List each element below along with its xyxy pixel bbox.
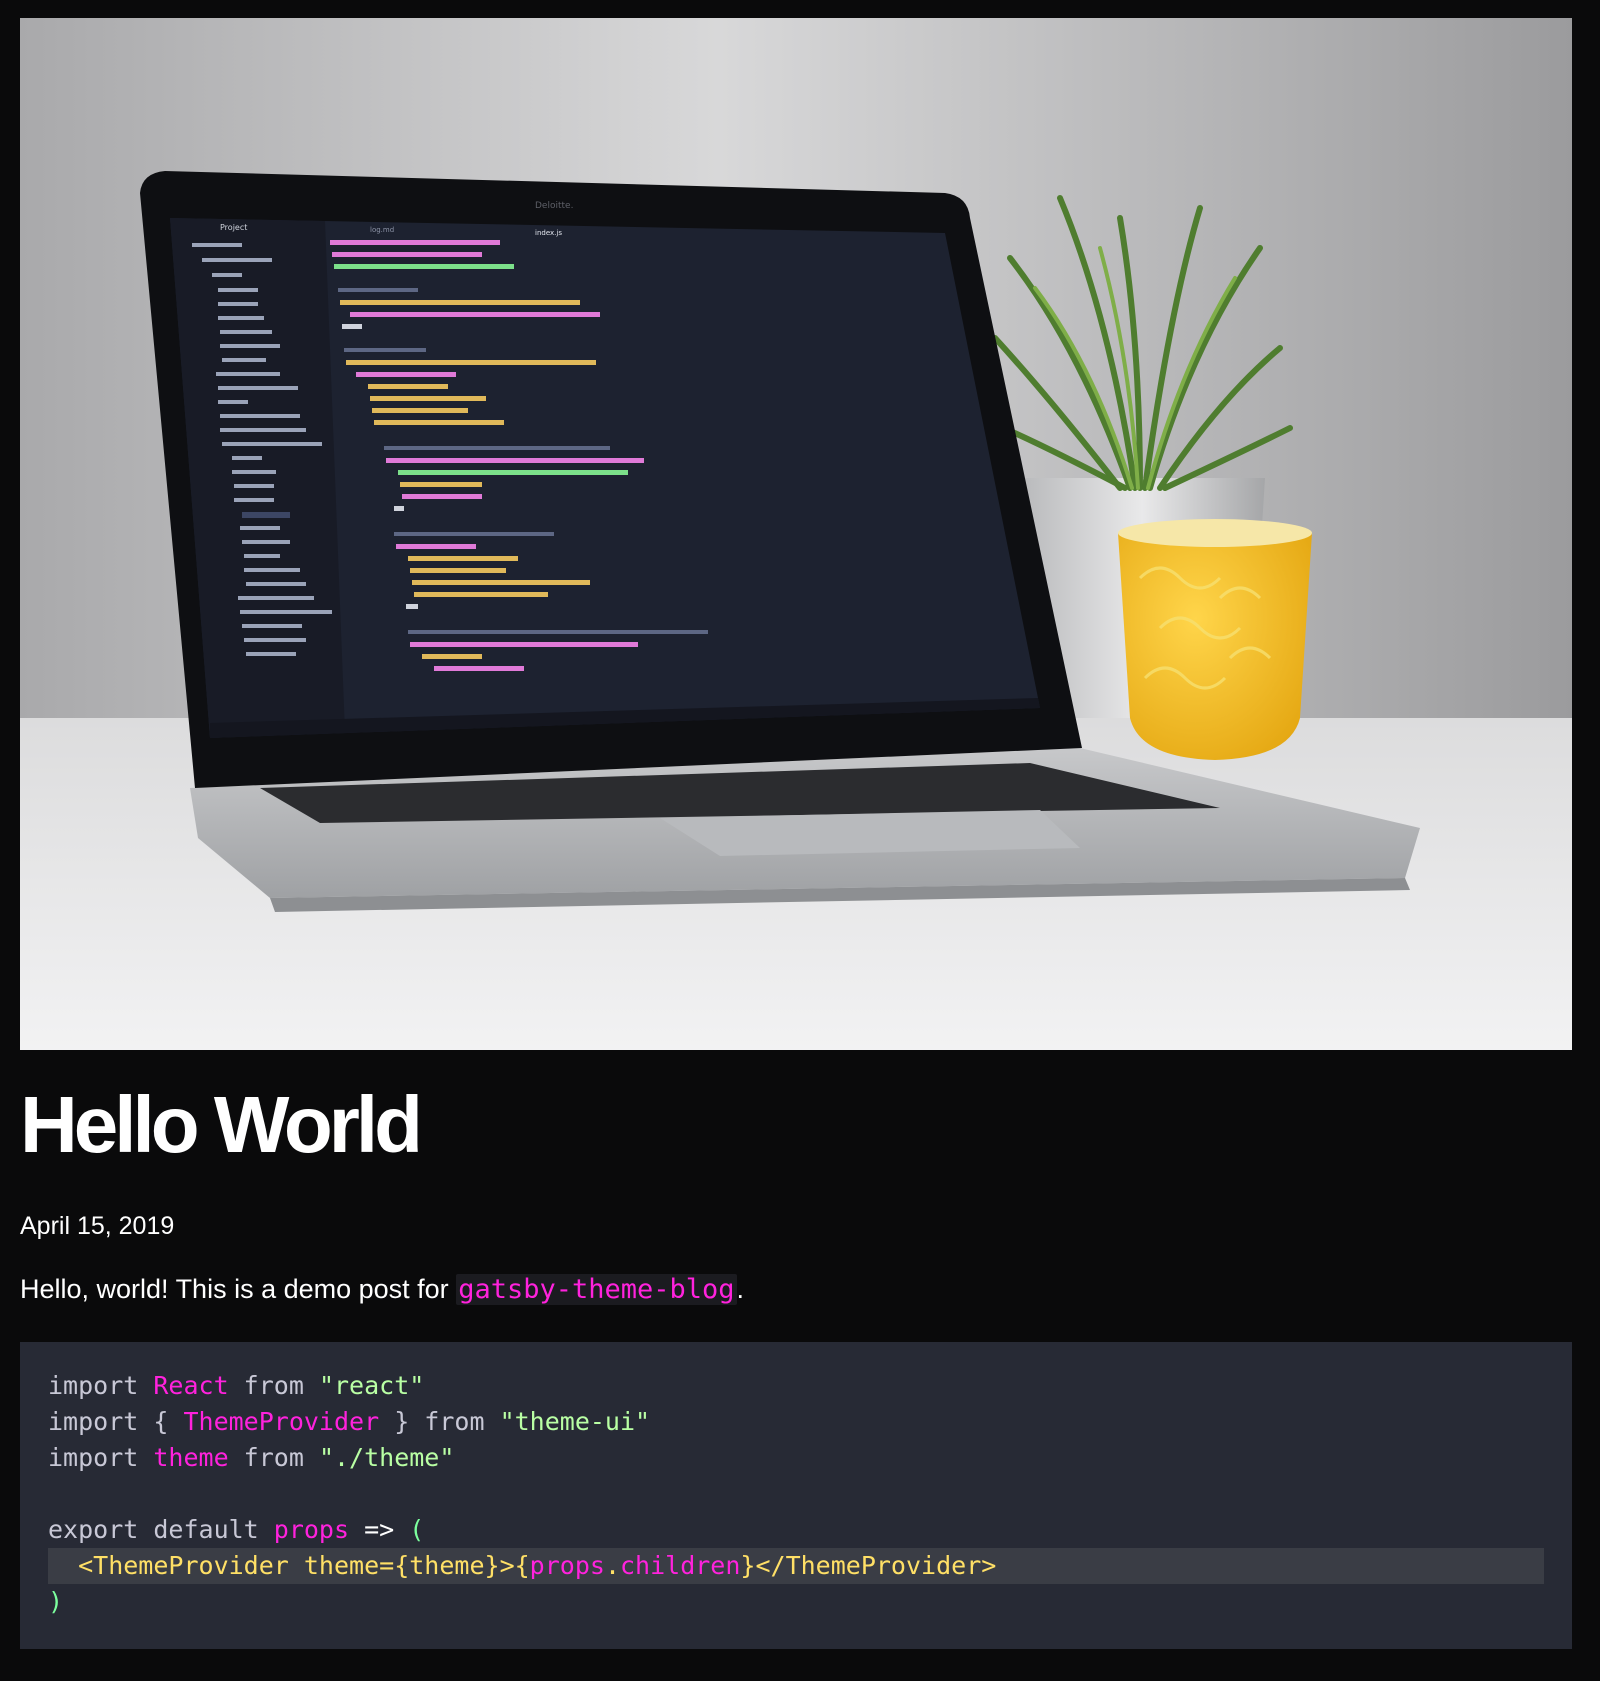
code-token: ( [409, 1515, 425, 1544]
code-line: ) [48, 1584, 1544, 1620]
sidebar-title: Project [220, 223, 247, 232]
code-token: import [48, 1443, 154, 1472]
code-token: ={ [379, 1551, 410, 1580]
code-token: ) [48, 1587, 64, 1616]
code-token: ThemeProvider [183, 1407, 380, 1436]
code-token: import [48, 1371, 154, 1400]
code-line: import { ThemeProvider } from "theme-ui" [48, 1404, 1544, 1440]
code-token: <ThemeProvider [48, 1551, 304, 1580]
code-token: children [620, 1551, 741, 1580]
code-line: import React from "react" [48, 1368, 1544, 1404]
hero-image: Project log.md index.js Deloitte. [20, 18, 1572, 1050]
code-token: }</ThemeProvider> [740, 1551, 997, 1580]
post-intro: Hello, world! This is a demo post for ga… [20, 1274, 744, 1305]
post-date: April 15, 2019 [20, 1212, 175, 1240]
code-token: React [153, 1371, 229, 1400]
intro-text: Hello, world! This is a demo post for [20, 1274, 457, 1304]
code-token: . [604, 1551, 620, 1580]
code-token: from [228, 1371, 319, 1400]
code-line-highlighted: <ThemeProvider theme={theme}>{props.chil… [48, 1548, 1544, 1584]
code-token: "react" [318, 1371, 425, 1400]
code-block: import React from "react" import { ThemeP… [20, 1342, 1572, 1649]
blog-post-page: Project log.md index.js Deloitte. Hello … [0, 0, 1600, 1681]
post-title: Hello World [20, 1080, 423, 1169]
code-token: from [424, 1407, 500, 1436]
code-token: { [153, 1407, 184, 1436]
code-token: props [273, 1515, 350, 1544]
code-token: export default [48, 1515, 274, 1544]
editor-tab-left: log.md [370, 226, 394, 234]
code-line: export default props => ( [48, 1512, 1544, 1548]
code-line: import theme from "./theme" [48, 1440, 1544, 1476]
code-token: theme [303, 1551, 380, 1580]
inline-code-package: gatsby-theme-blog [456, 1274, 737, 1305]
code-token: => [349, 1515, 410, 1544]
editor-tab-right: index.js [535, 229, 562, 237]
code-token: props [529, 1551, 605, 1580]
laptop-trackpad [660, 810, 1080, 856]
code-token: "./theme" [318, 1443, 455, 1472]
code-token: "theme-ui" [499, 1407, 651, 1436]
code-token: from [228, 1443, 319, 1472]
code-token: theme [409, 1551, 485, 1580]
code-token: } [379, 1407, 425, 1436]
code-token: theme [153, 1443, 229, 1472]
hero-photo-laptop: Project log.md index.js Deloitte. [20, 18, 1572, 1050]
yellow-cup [1118, 524, 1312, 760]
intro-period: . [736, 1274, 745, 1304]
code-token: }>{ [484, 1551, 530, 1580]
laptop-brand-sticker: Deloitte. [535, 201, 573, 211]
code-token: import [48, 1407, 154, 1436]
